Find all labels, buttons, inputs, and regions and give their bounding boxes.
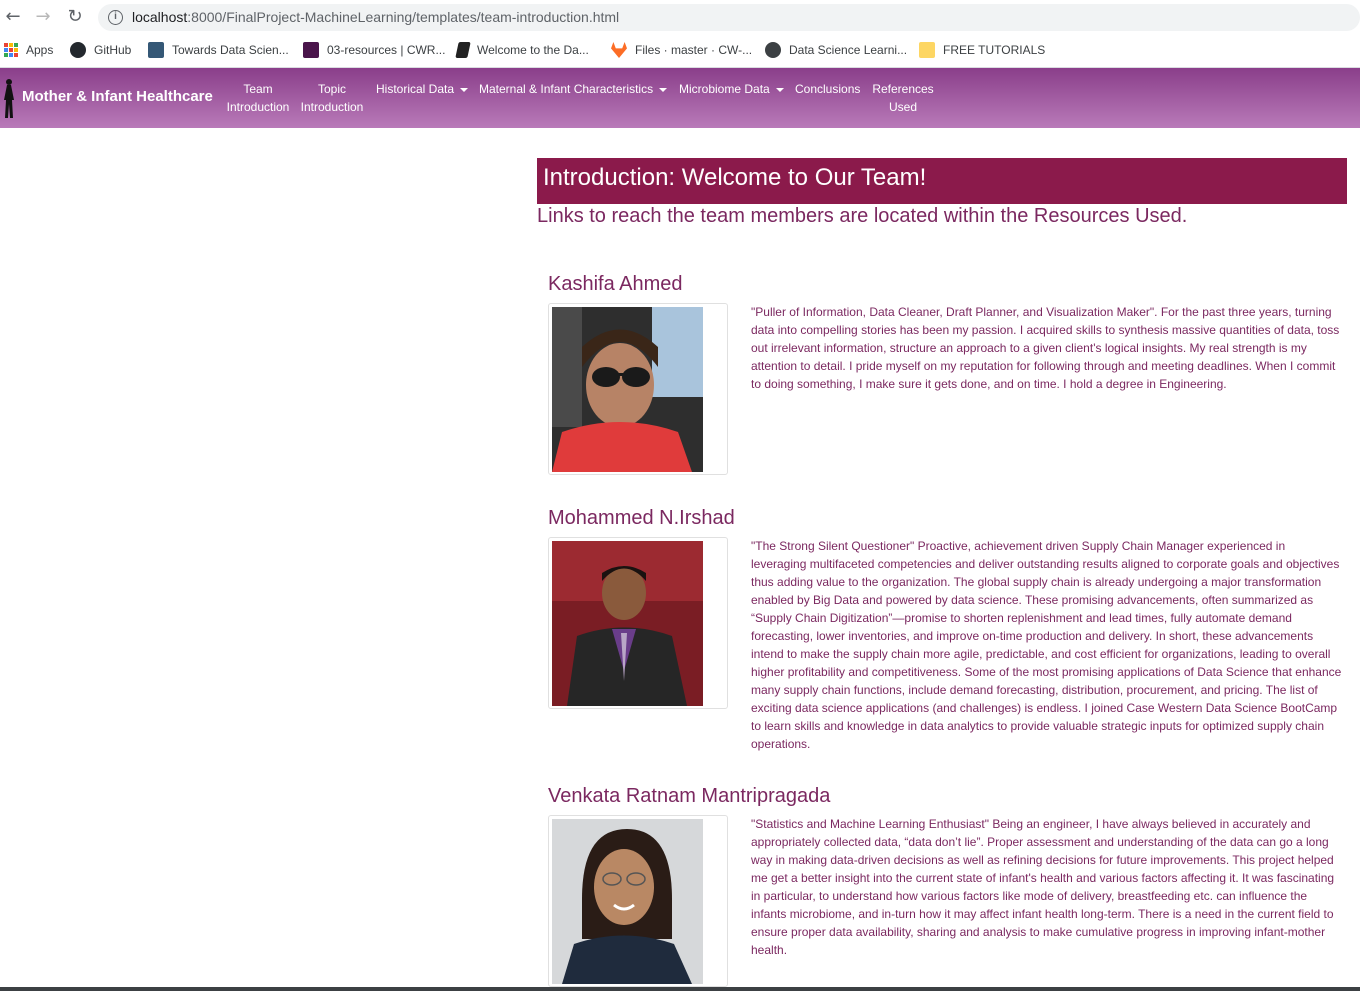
folder-icon bbox=[919, 42, 935, 58]
caret-down-icon bbox=[460, 87, 469, 92]
nav-label: Historical Data bbox=[376, 82, 455, 96]
book-icon bbox=[455, 42, 471, 58]
forward-arrow-icon[interactable]: → bbox=[32, 6, 54, 28]
nav-label: Conclusions bbox=[795, 82, 861, 96]
intro-banner: Introduction: Welcome to Our Team! bbox=[537, 158, 1347, 204]
info-icon[interactable]: i bbox=[108, 10, 123, 25]
member-name: Kashifa Ahmed bbox=[548, 273, 683, 295]
nav-label: Used bbox=[888, 100, 917, 114]
nav-team-introduction[interactable]: Team Introduction bbox=[226, 80, 290, 116]
member-photo bbox=[552, 541, 703, 706]
page-subtitle: Links to reach the team members are loca… bbox=[537, 205, 1188, 227]
nav-label: Introduction bbox=[226, 100, 290, 114]
bookmark-gitlab-files[interactable]: Files · master · CW-... bbox=[611, 41, 752, 59]
url-text[interactable]: localhost:8000/FinalProject-MachineLearn… bbox=[132, 9, 619, 25]
apps-grid-icon bbox=[4, 43, 18, 57]
nav-label: Maternal & Infant Characteristics bbox=[479, 82, 654, 96]
reload-icon[interactable]: ↻ bbox=[64, 6, 86, 28]
url-host: localhost bbox=[132, 9, 188, 25]
tds-icon bbox=[148, 42, 164, 58]
bookmark-label: Files · master · CW-... bbox=[635, 43, 753, 57]
nav-label: Team bbox=[243, 82, 273, 96]
member-bio: "The Strong Silent Questioner" Proactive… bbox=[751, 539, 1342, 751]
bookmark-label: Welcome to the Da... bbox=[477, 43, 589, 57]
bookmark-label: GitHub bbox=[94, 43, 132, 57]
page-title: Introduction: Welcome to Our Team! bbox=[543, 164, 927, 191]
address-bar[interactable]: i localhost:8000/FinalProject-MachineLea… bbox=[98, 4, 1360, 31]
bookmark-label: FREE TUTORIALS bbox=[943, 43, 1046, 57]
nav-label: References bbox=[872, 82, 934, 96]
mother-silhouette-icon bbox=[4, 79, 14, 118]
nav-label: Introduction bbox=[300, 100, 364, 114]
bookmark-label: Towards Data Scien... bbox=[172, 43, 289, 57]
member-name: Venkata Ratnam Mantripragada bbox=[548, 785, 831, 807]
nav-maternal-infant-dropdown[interactable]: Maternal & Infant Characteristics bbox=[479, 80, 668, 98]
member-photo-frame bbox=[548, 815, 728, 987]
nav-topic-introduction[interactable]: Topic Introduction bbox=[300, 80, 364, 116]
bookmark-data-science-learning[interactable]: Data Science Learni... bbox=[765, 41, 907, 59]
gitlab-icon bbox=[611, 42, 627, 58]
caret-down-icon bbox=[659, 87, 668, 92]
nav-conclusions[interactable]: Conclusions bbox=[795, 80, 860, 98]
back-arrow-icon[interactable]: ← bbox=[2, 6, 24, 28]
nav-microbiome-data-dropdown[interactable]: Microbiome Data bbox=[679, 80, 784, 98]
bookmark-github[interactable]: GitHub bbox=[70, 41, 131, 59]
member-photo bbox=[552, 307, 703, 472]
member-name: Mohammed N.Irshad bbox=[548, 507, 735, 529]
member-photo-frame bbox=[548, 537, 728, 709]
url-path: :8000/FinalProject-MachineLearning/templ… bbox=[187, 9, 620, 25]
member-photo bbox=[552, 819, 703, 984]
member-bio: "Puller of Information, Data Cleaner, Dr… bbox=[751, 305, 1340, 391]
github-icon bbox=[70, 42, 86, 58]
bookmark-welcome[interactable]: Welcome to the Da... bbox=[455, 41, 589, 59]
bookmark-label: 03-resources | CWR... bbox=[327, 43, 446, 57]
member-bio: "Statistics and Machine Learning Enthusi… bbox=[751, 817, 1335, 957]
bookmark-cwru-resources[interactable]: 03-resources | CWR... bbox=[303, 41, 445, 59]
bookmark-label: Apps bbox=[26, 43, 54, 57]
ds-icon bbox=[765, 42, 781, 58]
member-photo-frame bbox=[548, 303, 728, 475]
bookmark-towards-data-science[interactable]: Towards Data Scien... bbox=[148, 41, 289, 59]
browser-toolbar: ← → ↻ i localhost:8000/FinalProject-Mach… bbox=[0, 0, 1360, 34]
nav-references-used[interactable]: References Used bbox=[872, 80, 934, 116]
bookmark-apps[interactable]: Apps bbox=[4, 41, 53, 59]
caret-down-icon bbox=[775, 87, 784, 92]
slack-icon bbox=[303, 42, 319, 58]
nav-label: Topic bbox=[317, 82, 346, 96]
nav-historical-data-dropdown[interactable]: Historical Data bbox=[376, 80, 469, 98]
bookmarks-bar: Apps GitHub Towards Data Scien... 03-res… bbox=[0, 34, 1360, 68]
brand-title[interactable]: Mother & Infant Healthcare bbox=[22, 88, 213, 105]
window-bottom-edge bbox=[0, 987, 1360, 991]
nav-label: Microbiome Data bbox=[679, 82, 770, 96]
bookmark-label: Data Science Learni... bbox=[789, 43, 908, 57]
bookmark-free-tutorials[interactable]: FREE TUTORIALS bbox=[919, 41, 1045, 59]
site-navbar: Mother & Infant Healthcare Team Introduc… bbox=[0, 68, 1360, 128]
